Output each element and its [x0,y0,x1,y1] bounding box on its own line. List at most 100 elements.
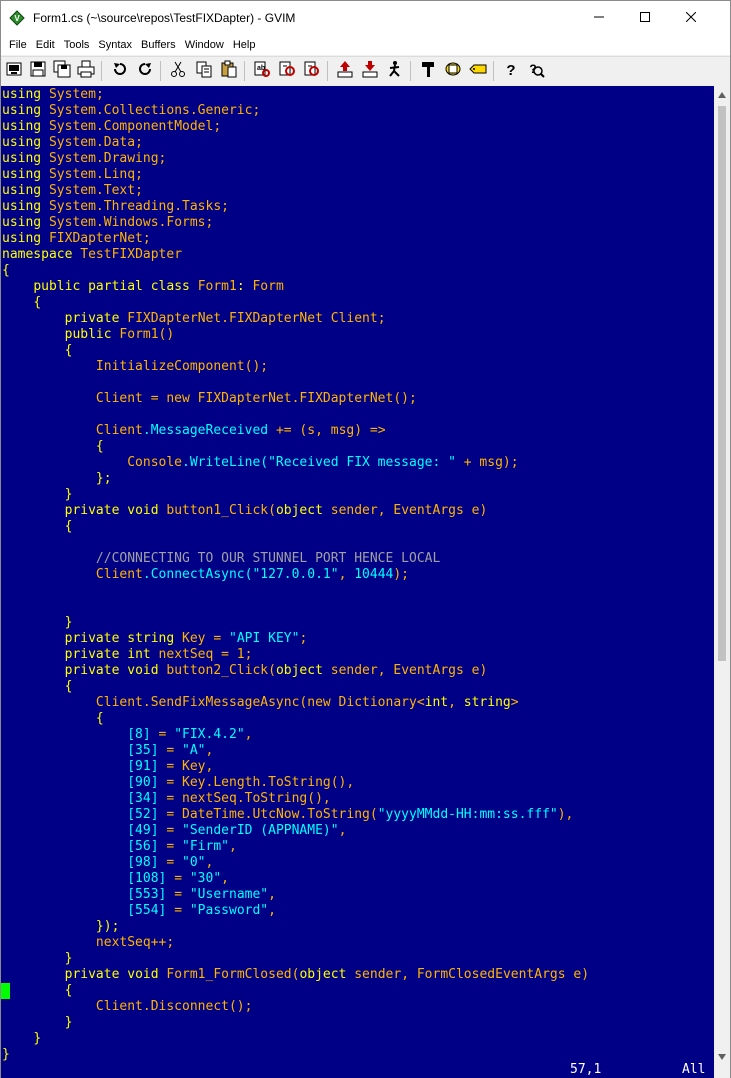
code-token: [90] [2,775,159,790]
code-token: "0" [182,855,206,870]
toolbar-separator [160,61,161,81]
cursor-position: 57,1 [570,1062,602,1077]
replace-button[interactable]: ab [251,60,273,82]
toolbar-separator [101,61,102,81]
open-button[interactable] [3,60,25,82]
code-token: ; [299,631,308,646]
menu-syntax[interactable]: Syntax [90,39,132,51]
scroll-down-button[interactable] [714,1048,730,1064]
code-token: "Firm" [182,839,229,854]
code-line: Client.Disconnect(); [2,999,253,1015]
code-token: sender, EventArgs e) [322,663,488,678]
menu-tools[interactable]: Tools [56,39,90,51]
find-next-button[interactable] [276,60,298,82]
code-line: { [2,519,73,535]
scroll-up-button[interactable] [714,86,730,102]
code-token: 10444 [354,567,394,582]
vertical-scrollbar[interactable] [714,86,730,1078]
code-line: [553] = "Username", [2,887,276,903]
load-session-button[interactable] [334,60,356,82]
menu-window[interactable]: Window [177,39,224,51]
save-session-button[interactable] [359,60,381,82]
title-bar[interactable]: V Form1.cs (~\source\repos\TestFIXDapter… [1,1,730,35]
code-token: }; [95,471,112,486]
redo-button[interactable] [134,60,156,82]
code-token: using [2,151,42,166]
code-line: { [2,983,73,999]
code-token: "30" [189,871,222,886]
code-token: = [166,903,190,918]
code-token: using [2,103,42,118]
code-token: } [2,1047,10,1062]
code-token: { [95,711,104,726]
find-prev-icon [303,60,321,83]
make-button[interactable] [417,60,439,82]
vim-logo-icon: V [9,10,25,26]
code-token: ; [95,87,104,102]
print-button[interactable] [75,60,97,82]
code-editor[interactable]: using System; using System.Collections.Ge… [1,86,714,1064]
save-all-icon [53,60,71,83]
code-token: nextSeq++; [2,935,175,950]
code-line: using System.Windows.Forms; [2,215,213,231]
save-button[interactable] [27,60,49,82]
code-token: [108] [2,871,167,886]
code-line: private int nextSeq = 1; [2,647,253,663]
minimize-button[interactable] [576,1,622,35]
code-token: .WriteLine( [182,455,269,470]
code-line: using System.ComponentModel; [2,119,221,135]
toolbar-separator [410,61,411,81]
code-token: private int [64,647,151,662]
menu-help[interactable]: Help [225,39,256,51]
find-prev-button[interactable] [301,60,323,82]
code-token: private [64,311,120,326]
code-line: namespace TestFIXDapter [2,247,182,263]
code-line: Client.MessageReceived += (s, msg) => [2,423,386,439]
code-line: using System.Text; [2,183,143,199]
undo-button[interactable] [109,60,131,82]
maximize-button[interactable] [622,1,668,35]
svg-text:V: V [14,14,20,23]
shell-button[interactable] [442,60,464,82]
code-line: [98] = "0", [2,855,213,871]
code-token: private void [64,503,159,518]
cut-button[interactable] [167,60,189,82]
find-help-button[interactable]: ? [525,60,547,82]
copy-button[interactable] [193,60,215,82]
tag-jump-button[interactable] [467,60,489,82]
code-token: } [64,615,73,630]
save-all-button[interactable] [51,60,73,82]
code-token: System.Drawing [48,151,159,166]
paste-button[interactable] [218,60,240,82]
help-button[interactable]: ? [500,60,522,82]
code-token: private void [64,967,159,982]
find-next-icon [278,60,296,83]
code-token: = [158,839,183,854]
run-script-button[interactable] [384,60,406,82]
code-token: , [268,903,276,918]
code-line: using System; [2,87,104,103]
code-token: System.Threading.Tasks [48,199,222,214]
code-line: } [2,1047,10,1063]
code-token: ; [142,231,151,246]
menu-file[interactable]: File [1,39,27,51]
code-line: } [2,1015,73,1031]
scroll-thumb[interactable] [718,106,726,661]
code-token: object [275,663,323,678]
menu-edit[interactable]: Edit [28,39,55,51]
code-token: using [2,215,42,230]
menu-buffers[interactable]: Buffers [133,39,176,51]
status-line: 57,1 All [1,1062,714,1078]
code-line: using FIXDapterNet; [2,231,151,247]
code-line: InitializeComponent(); [2,359,268,375]
code-token: Form [244,279,284,294]
code-token: } [64,1015,73,1030]
close-button[interactable] [668,1,714,35]
